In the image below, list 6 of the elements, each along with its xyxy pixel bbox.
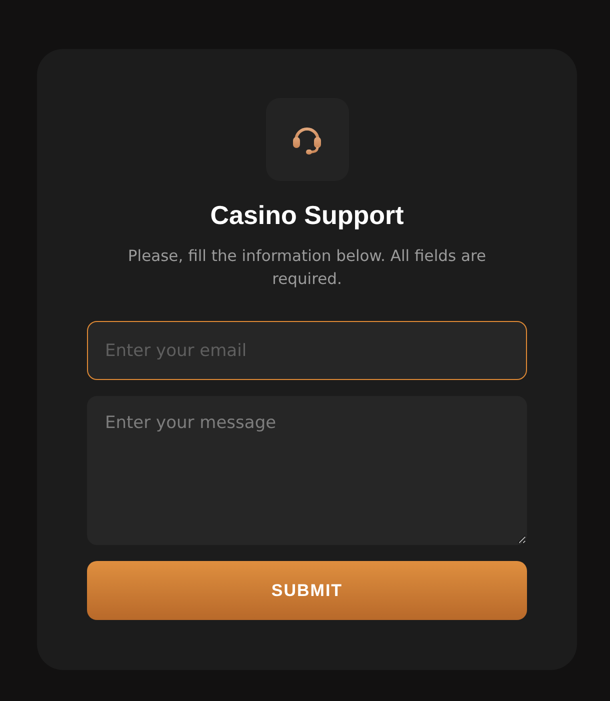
form-title: Casino Support: [210, 200, 404, 231]
form-description: Please, fill the information below. All fields are required.: [126, 246, 488, 290]
message-field[interactable]: Enter your message: [87, 396, 527, 545]
headset-icon: [266, 98, 348, 181]
email-field[interactable]: Enter your email: [87, 321, 527, 380]
submit-button[interactable]: SUBMIT: [87, 561, 527, 620]
